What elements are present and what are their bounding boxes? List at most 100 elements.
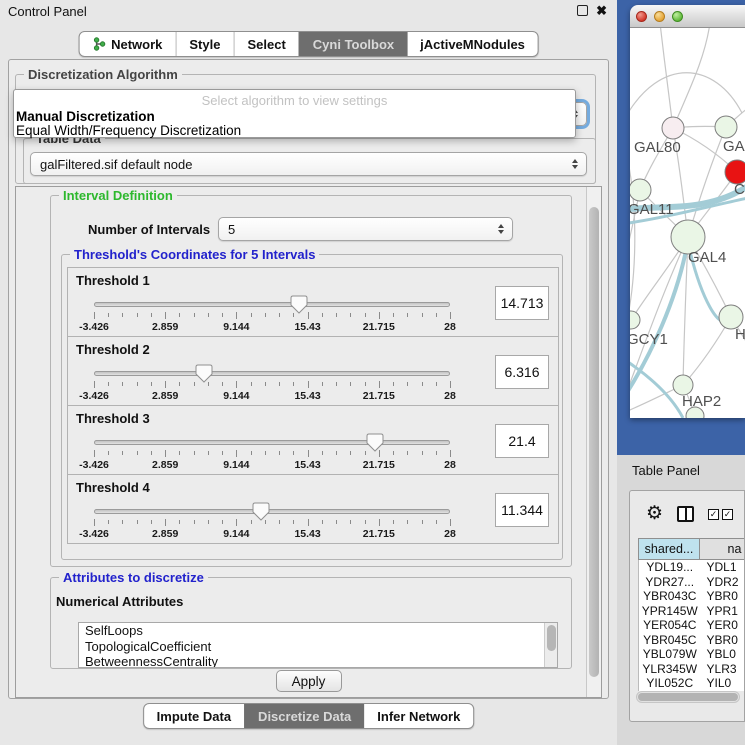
- slider-thumb[interactable]: [290, 295, 308, 314]
- attributes-group-title: Attributes to discretize: [59, 570, 208, 585]
- thresholds-stack: Threshold 1 -3.4262.8599.14415.4321.7152…: [67, 267, 559, 544]
- table-scrollbar-thumb[interactable]: [638, 693, 738, 701]
- table-row[interactable]: YBR045CYBR0: [639, 633, 745, 648]
- control-panel-title: Control Panel: [8, 4, 87, 19]
- threshold-slider[interactable]: -3.4262.8599.14415.4321.71528: [94, 294, 450, 336]
- network-node-label: HAP2: [682, 393, 721, 410]
- attribute-item[interactable]: SelfLoops: [79, 623, 557, 639]
- tab-infer-network[interactable]: Infer Network: [364, 704, 473, 728]
- attributes-scrollbar[interactable]: [544, 623, 557, 667]
- slider-tick-labels: -3.4262.8599.14415.4321.71528: [94, 321, 450, 333]
- slider-tick-labels: -3.4262.8599.14415.4321.71528: [94, 528, 450, 540]
- top-tab-bar: Network Style Select Cyni Toolbox jActiv…: [78, 31, 539, 57]
- table-row[interactable]: YBL079WYBL0: [639, 647, 745, 662]
- tab-label: Select: [247, 37, 285, 52]
- settings-scrollbar-thumb[interactable]: [589, 207, 599, 677]
- tab-label: Network: [111, 37, 162, 52]
- numerical-attributes-label: Numerical Attributes: [56, 594, 183, 609]
- threshold-slider[interactable]: -3.4262.8599.14415.4321.71528: [94, 432, 450, 474]
- tab-discretize-data[interactable]: Discretize Data: [244, 704, 364, 728]
- columns-icon[interactable]: [677, 506, 694, 522]
- slider-thumb[interactable]: [195, 364, 213, 383]
- table-rows[interactable]: YDL19...YDL1YDR27...YDR2YBR043CYBR0YPR14…: [638, 560, 745, 691]
- table-row[interactable]: YDL19...YDL1: [639, 560, 745, 575]
- tab-jactivemnodules[interactable]: jActiveMNodules: [407, 32, 538, 56]
- table-panel-titlebar: Table Panel: [617, 455, 745, 485]
- network-node-label: GCY1: [630, 331, 668, 348]
- tab-impute-data[interactable]: Impute Data: [144, 704, 244, 728]
- column-header-name[interactable]: na: [700, 538, 745, 560]
- control-panel: Control Panel ✖ Network Style Select Cyn…: [0, 0, 617, 745]
- close-traffic-light[interactable]: [636, 11, 647, 22]
- tab-network[interactable]: Network: [79, 32, 175, 56]
- algorithm-option-manual[interactable]: Manual Discretization: [16, 109, 155, 124]
- table-panel-window: ⚙ ✓ ✓ shared... na YDL19...YDL1YDR27...Y…: [629, 490, 745, 722]
- gear-icon[interactable]: ⚙: [646, 504, 663, 524]
- slider-ticks: [94, 450, 450, 458]
- algorithm-option-equal-width[interactable]: Equal Width/Frequency Discretization: [16, 123, 241, 138]
- network-window-titlebar: [630, 5, 745, 28]
- tab-cyni-toolbox[interactable]: Cyni Toolbox: [299, 32, 407, 56]
- float-icon[interactable]: [577, 5, 588, 16]
- network-node-label: GA: [723, 138, 745, 155]
- network-nodes[interactable]: [630, 116, 745, 418]
- minimize-traffic-light[interactable]: [654, 11, 665, 22]
- table-row[interactable]: YBR043CYBR0: [639, 589, 745, 604]
- slider-thumb[interactable]: [366, 433, 384, 452]
- network-node[interactable]: [630, 179, 651, 201]
- attributes-scrollbar-thumb[interactable]: [547, 625, 556, 651]
- number-of-intervals-label: Number of Intervals: [88, 222, 210, 237]
- table-row[interactable]: YER054CYER0: [639, 618, 745, 633]
- table-panel: Table Panel ⚙ ✓ ✓ shared... na YDL19...Y…: [617, 455, 745, 745]
- network-node-label: H: [735, 326, 745, 343]
- zoom-traffic-light[interactable]: [672, 11, 683, 22]
- network-node-label: GAL80: [634, 139, 681, 156]
- threshold-row: Threshold 4 -3.4262.8599.14415.4321.7152…: [67, 474, 559, 544]
- tab-label: Style: [189, 37, 220, 52]
- cyni-toolbox-panel: Discretization Algorithm Select algorith…: [8, 59, 609, 699]
- discretization-algorithm-group-title: Discretization Algorithm: [24, 67, 182, 82]
- checkbox-icon[interactable]: ✓: [708, 509, 719, 520]
- threshold-slider[interactable]: -3.4262.8599.14415.4321.71528: [94, 501, 450, 543]
- network-node[interactable]: [662, 117, 684, 139]
- attribute-item[interactable]: TopologicalCoefficient: [79, 639, 557, 655]
- table-row[interactable]: YLR345WYLR3: [639, 662, 745, 677]
- network-icon: [92, 37, 106, 51]
- slider-track[interactable]: [94, 509, 450, 514]
- network-node[interactable]: [673, 375, 693, 395]
- network-node[interactable]: [630, 311, 640, 329]
- numerical-attributes-list[interactable]: SelfLoopsTopologicalCoefficientBetweenne…: [78, 622, 558, 668]
- slider-track[interactable]: [94, 440, 450, 445]
- tab-label: Infer Network: [377, 709, 460, 724]
- table-row[interactable]: YIL052CYIL0: [639, 676, 745, 691]
- settings-vertical-scrollbar[interactable]: [586, 187, 601, 697]
- close-icon[interactable]: ✖: [596, 5, 607, 16]
- table-horizontal-scrollbar[interactable]: [636, 691, 740, 703]
- column-header-shared-name[interactable]: shared...: [638, 538, 700, 560]
- threshold-value[interactable]: 14.713: [495, 286, 549, 320]
- threshold-value[interactable]: 11.344: [495, 493, 549, 527]
- network-canvas[interactable]: GAL80GACGAL11GAL4GCY1HHAP2: [630, 28, 745, 418]
- attribute-item[interactable]: BetweennessCentrality: [79, 654, 557, 668]
- network-window[interactable]: GAL80GACGAL11GAL4GCY1HHAP2: [630, 5, 745, 418]
- slider-thumb[interactable]: [252, 502, 270, 521]
- slider-track[interactable]: [94, 371, 450, 376]
- network-node[interactable]: [715, 116, 737, 138]
- checkbox-icon[interactable]: ✓: [722, 509, 733, 520]
- threshold-slider[interactable]: -3.4262.8599.14415.4321.71528: [94, 363, 450, 405]
- tab-select[interactable]: Select: [233, 32, 298, 56]
- threshold-label: Threshold 2: [76, 342, 150, 357]
- threshold-value[interactable]: 21.4: [495, 424, 549, 458]
- apply-button[interactable]: Apply: [276, 670, 342, 692]
- tab-style[interactable]: Style: [175, 32, 233, 56]
- slider-tick-labels: -3.4262.8599.14415.4321.71528: [94, 459, 450, 471]
- threshold-row: Threshold 3 -3.4262.8599.14415.4321.7152…: [67, 405, 559, 475]
- number-of-intervals-select[interactable]: 5: [218, 217, 513, 241]
- table-row[interactable]: YPR145WYPR1: [639, 604, 745, 619]
- slider-ticks: [94, 519, 450, 527]
- table-data-select[interactable]: galFiltered.sif default node: [30, 152, 587, 176]
- slider-ticks: [94, 381, 450, 389]
- table-row[interactable]: YDR27...YDR2: [639, 575, 745, 590]
- threshold-value[interactable]: 6.316: [495, 355, 549, 389]
- slider-track[interactable]: [94, 302, 450, 307]
